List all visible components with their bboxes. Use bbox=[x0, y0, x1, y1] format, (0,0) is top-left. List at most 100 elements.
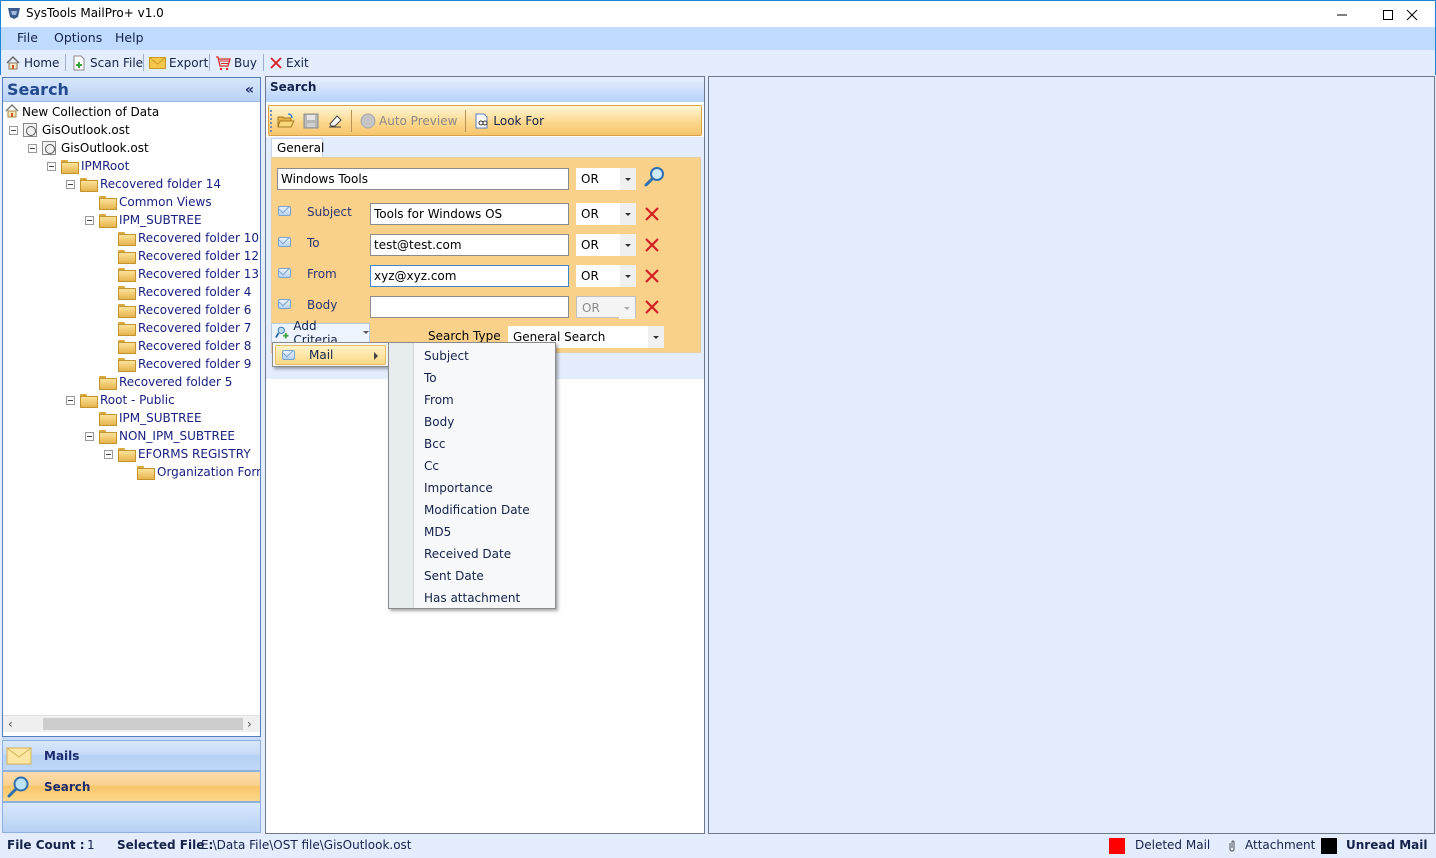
tree-node[interactable]: Recovered folder 12 bbox=[118, 247, 259, 265]
clear-button[interactable] bbox=[325, 110, 345, 132]
remove-criteria-icon[interactable] bbox=[644, 206, 660, 222]
tree-node[interactable]: New Collection of Data bbox=[5, 103, 159, 121]
collapse-icon[interactable] bbox=[66, 180, 75, 189]
export-button[interactable]: Export bbox=[149, 53, 208, 72]
tree-node[interactable]: Common Views bbox=[99, 193, 212, 211]
submenu-item[interactable]: To bbox=[424, 371, 437, 385]
tree-node[interactable]: Recovered folder 8 bbox=[118, 337, 251, 355]
tree-node[interactable]: Root - Public bbox=[66, 391, 175, 409]
tree-node[interactable]: Recovered folder 13 bbox=[118, 265, 259, 283]
chevron-down-icon[interactable] bbox=[620, 234, 636, 256]
tree-node[interactable]: GisOutlook.ost bbox=[28, 139, 149, 157]
submenu-item[interactable]: MD5 bbox=[424, 525, 451, 539]
folder-icon bbox=[99, 430, 117, 444]
preview-panel bbox=[708, 76, 1435, 834]
remove-criteria-icon[interactable] bbox=[644, 268, 660, 284]
envelope-icon bbox=[6, 747, 32, 764]
submenu-item[interactable]: Received Date bbox=[424, 547, 511, 561]
toolbar-grip[interactable] bbox=[270, 110, 272, 132]
criteria-operator-select[interactable]: OR bbox=[576, 265, 636, 287]
search-go-icon[interactable] bbox=[644, 166, 666, 188]
collapse-icon[interactable] bbox=[9, 126, 18, 135]
buy-button[interactable]: Buy bbox=[215, 53, 257, 72]
chevron-down-icon[interactable] bbox=[620, 265, 636, 287]
keyword-input[interactable] bbox=[277, 168, 569, 190]
submenu-item[interactable]: Sent Date bbox=[424, 569, 484, 583]
tree-node[interactable]: Recovered folder 4 bbox=[118, 283, 251, 301]
scroll-right-icon[interactable]: › bbox=[247, 717, 252, 731]
chevron-down-icon[interactable] bbox=[648, 326, 664, 348]
submenu-item[interactable]: Subject bbox=[424, 349, 469, 363]
tree-node[interactable]: GisOutlook.ost bbox=[9, 121, 130, 139]
submenu-item[interactable]: Modification Date bbox=[424, 503, 530, 517]
collapse-icon[interactable] bbox=[66, 396, 75, 405]
scroll-left-icon[interactable]: ‹ bbox=[8, 717, 13, 731]
chevron-down-icon[interactable] bbox=[620, 168, 636, 190]
minimize-icon bbox=[1337, 14, 1347, 15]
home-button[interactable]: Home bbox=[5, 53, 59, 72]
home-icon bbox=[6, 55, 20, 69]
auto-preview-toggle[interactable]: Auto Preview bbox=[358, 110, 459, 132]
chevron-down-icon[interactable] bbox=[620, 203, 636, 225]
tab-general[interactable]: General bbox=[271, 138, 324, 157]
tree-node[interactable]: IPM_SUBTREE bbox=[85, 211, 202, 229]
tree-node[interactable]: Recovered folder 9 bbox=[118, 355, 251, 373]
menu-file[interactable]: File bbox=[17, 30, 38, 45]
toolbar-divider bbox=[351, 109, 352, 132]
chevron-down-icon[interactable] bbox=[619, 297, 635, 319]
nav-mails-button[interactable]: Mails bbox=[2, 740, 261, 771]
menu-options[interactable]: Options bbox=[54, 30, 102, 45]
add-person-icon bbox=[275, 326, 289, 339]
tree-node[interactable]: IPMRoot bbox=[47, 157, 129, 175]
collapse-icon[interactable] bbox=[85, 432, 94, 441]
exit-button[interactable]: Exit bbox=[269, 53, 309, 72]
submenu-item[interactable]: Importance bbox=[424, 481, 493, 495]
scrollbar-thumb[interactable] bbox=[43, 718, 243, 730]
tree-node[interactable]: Recovered folder 7 bbox=[118, 319, 251, 337]
tree-node[interactable]: Recovered folder 14 bbox=[66, 175, 221, 193]
scan-file-button[interactable]: Scan File bbox=[71, 53, 143, 72]
remove-criteria-icon[interactable] bbox=[644, 299, 660, 315]
horizontal-scrollbar[interactable]: ‹ › bbox=[3, 715, 260, 732]
submenu-item[interactable]: Bcc bbox=[424, 437, 445, 451]
save-search-button[interactable] bbox=[301, 110, 321, 132]
menu-help[interactable]: Help bbox=[115, 30, 144, 45]
search-toolbar: Auto Preview Look For bbox=[268, 105, 702, 136]
menu-item-mail[interactable]: Mail bbox=[275, 345, 386, 365]
collapse-icon[interactable] bbox=[28, 144, 37, 153]
add-criteria-button[interactable]: Add Criteria bbox=[271, 319, 370, 347]
collapse-panel-icon[interactable]: « bbox=[245, 82, 254, 98]
menu-gutter bbox=[389, 343, 414, 608]
close-button[interactable] bbox=[1389, 1, 1435, 28]
keyword-operator-select[interactable]: OR bbox=[576, 168, 636, 190]
remove-criteria-icon[interactable] bbox=[644, 237, 660, 253]
tree-node[interactable]: Organization Forms bbox=[137, 463, 260, 481]
submenu-item[interactable]: Body bbox=[424, 415, 454, 429]
tree-node[interactable]: Recovered folder 6 bbox=[118, 301, 251, 319]
criteria-operator-select[interactable]: OR bbox=[576, 234, 636, 256]
criteria-to-input[interactable] bbox=[370, 234, 569, 256]
minimize-button[interactable] bbox=[1319, 1, 1365, 28]
menu-item-mail-label: Mail bbox=[309, 348, 334, 362]
collapse-icon[interactable] bbox=[85, 216, 94, 225]
criteria-operator-select[interactable]: OR bbox=[576, 296, 636, 319]
tree-node-label: Recovered folder 10 bbox=[138, 231, 260, 245]
criteria-operator-select[interactable]: OR bbox=[576, 203, 636, 225]
submenu-item[interactable]: Has attachment bbox=[424, 591, 520, 605]
open-search-button[interactable] bbox=[275, 110, 297, 132]
tree-node[interactable]: Recovered folder 5 bbox=[99, 373, 232, 391]
close-icon bbox=[1406, 9, 1418, 20]
criteria-from-input[interactable] bbox=[370, 265, 569, 287]
look-for-button[interactable]: Look For bbox=[472, 110, 546, 132]
tree-node[interactable]: NON_IPM_SUBTREE bbox=[85, 427, 235, 445]
tree-node[interactable]: EFORMS REGISTRY bbox=[104, 445, 251, 463]
tree-node[interactable]: IPM_SUBTREE bbox=[99, 409, 202, 427]
criteria-body-input[interactable] bbox=[370, 296, 569, 318]
tree-node[interactable]: Recovered folder 10 bbox=[118, 229, 259, 247]
submenu-item[interactable]: From bbox=[424, 393, 454, 407]
criteria-subject-input[interactable] bbox=[370, 203, 569, 225]
collapse-icon[interactable] bbox=[47, 162, 56, 171]
nav-search-button[interactable]: Search bbox=[2, 771, 261, 802]
submenu-item[interactable]: Cc bbox=[424, 459, 439, 473]
collapse-icon[interactable] bbox=[104, 450, 113, 459]
